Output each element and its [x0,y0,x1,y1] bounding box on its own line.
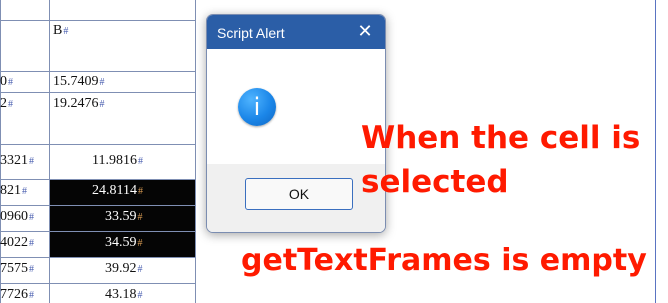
table-cell-a[interactable]: 0960# [0,209,34,225]
pilcrow-mark: # [137,264,143,275]
cell-value: 7575 [0,261,28,276]
table-cell-a[interactable]: 7726# [0,287,34,303]
grid-line [0,71,195,72]
cell-value: 39.92 [105,261,137,276]
pilcrow-mark: # [22,186,27,197]
pilcrow-mark: # [8,99,13,110]
table-cell-b[interactable]: 39.92# [105,261,143,277]
pilcrow-mark: # [137,290,143,301]
pilcrow-mark: # [29,238,34,249]
info-icon: i [238,88,276,126]
grid-line [0,257,195,258]
selected-cell-text: 24.8114# [92,183,143,199]
dialog-title: Script Alert [217,25,285,41]
table-cell-b[interactable]: 19.2476# [53,96,105,112]
pilcrow-mark: # [99,77,105,88]
cell-value: 0960 [0,209,28,224]
cell-value: 11.9816 [92,153,137,168]
cell-value: 34.59 [105,235,137,250]
dialog-footer: OK [207,164,385,232]
pilcrow-mark: # [8,77,13,88]
annotation-line-3: getTextFrames is empty [241,243,647,278]
cell-value: 2 [0,96,7,111]
grid-line [0,144,195,145]
pilcrow-mark: # [29,290,34,301]
cell-value: 33.59 [105,209,137,224]
close-icon[interactable]: ✕ [355,21,375,41]
pilcrow-mark: # [63,26,69,37]
page-edge [655,0,656,303]
annotation-line-2: selected [361,164,509,200]
table-cell-b[interactable]: 15.7409# [53,74,105,90]
cell-value: 43.18 [105,287,137,302]
selected-cell-text: 33.59# [105,209,143,225]
cell-value: 0 [0,74,7,89]
table-cell-a[interactable]: 3321# [0,153,34,169]
ok-button[interactable]: OK [245,178,353,210]
pilcrow-mark: # [137,186,143,197]
grid-line [0,92,195,93]
cell-value: 821 [0,183,21,198]
pilcrow-mark: # [29,264,34,275]
table-cell-a[interactable]: 7575# [0,261,34,277]
table-cell-a[interactable]: 821# [0,183,27,199]
table-cell-a[interactable]: 4022# [0,235,34,251]
grid-line [0,283,195,284]
dialog-titlebar[interactable]: Script Alert ✕ [207,15,385,49]
info-glyph: i [253,93,261,121]
selected-cell[interactable]: 33.59# [50,206,195,231]
table-cell-b[interactable]: 11.9816# [92,153,143,169]
script-alert-dialog: Script Alert ✕ i OK [206,14,386,233]
pilcrow-mark: # [29,156,34,167]
table-cell-a[interactable]: 2# [0,96,13,112]
table-cell-b[interactable]: 43.18# [105,287,143,303]
selected-cell-text: 34.59# [105,235,143,251]
grid-line [195,0,196,303]
header-text: B [53,23,63,38]
cell-value: 3321 [0,153,28,168]
grid-line [0,20,195,21]
cell-value: 7726 [0,287,28,302]
pilcrow-mark: # [137,156,143,167]
selected-cell[interactable]: 24.8114# [50,180,195,205]
pilcrow-mark: # [29,212,34,223]
column-header-b[interactable]: B# [53,23,68,39]
pilcrow-mark: # [137,238,143,249]
cell-value: 4022 [0,235,28,250]
selected-cell[interactable]: 34.59# [50,232,195,257]
cell-value: 15.7409 [53,74,99,89]
annotation-line-1: When the cell is [361,120,641,156]
pilcrow-mark: # [137,212,143,223]
table-cell-a[interactable]: 0# [0,74,13,90]
cell-value: 19.2476 [53,96,99,111]
pilcrow-mark: # [99,99,105,110]
cell-value: 24.8114 [92,183,137,198]
